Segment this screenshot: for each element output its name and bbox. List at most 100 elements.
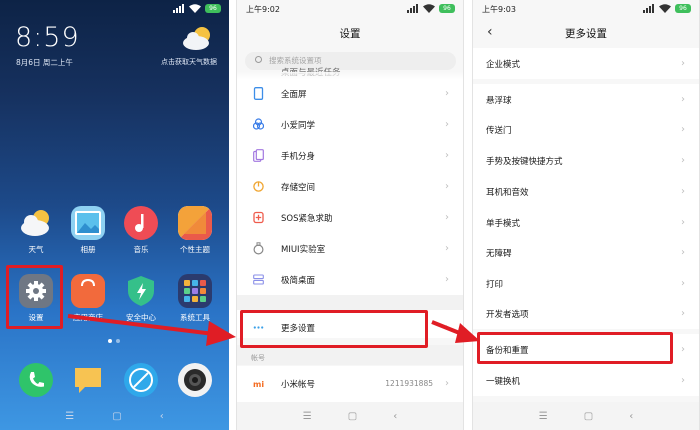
chevron-right-icon: › xyxy=(445,378,449,389)
dock-browser[interactable] xyxy=(113,363,169,397)
weather-hint[interactable]: 点击获取天气数据 xyxy=(161,57,217,67)
home-button-icon[interactable]: ▢ xyxy=(584,411,593,422)
battery-icon: 96 xyxy=(439,4,455,13)
more-item-floating-ball[interactable]: 悬浮球 › xyxy=(473,84,699,115)
phone-icon xyxy=(19,363,53,397)
chevron-right-icon: › xyxy=(445,274,449,285)
dock-messages[interactable] xyxy=(60,363,116,397)
gallery-icon xyxy=(71,206,105,240)
chevron-right-icon: › xyxy=(681,124,685,135)
tutorial-screenshot: 96 8:59 8月6日 周二上午 点击获取天气数据 天气 相册 音乐 个性主题… xyxy=(0,0,700,430)
chevron-right-icon: › xyxy=(681,278,685,289)
xiaoai-icon xyxy=(253,118,264,130)
fullscreen-icon xyxy=(253,87,264,100)
chevron-right-icon: › xyxy=(445,243,449,254)
status-time: 上午9:03 xyxy=(482,5,516,14)
more-item-printing[interactable]: 打印 › xyxy=(473,268,699,299)
more-item-headphones[interactable]: 耳机和音效 › xyxy=(473,176,699,207)
settings-item-second-space[interactable]: 手机分身 › xyxy=(237,140,463,171)
section-gap xyxy=(237,345,463,365)
chevron-right-icon: › xyxy=(681,58,685,69)
app-label: 音乐 xyxy=(133,245,149,254)
more-item-enterprise[interactable]: 企业模式 › xyxy=(473,48,699,79)
dock-camera[interactable] xyxy=(167,363,223,397)
nav-bar: ☰ ▢ ‹ xyxy=(473,402,699,430)
page-title: 更多设置 xyxy=(565,28,607,40)
app-label: 相册 xyxy=(80,245,96,254)
settings-item-sos[interactable]: SOS紧急求助 › xyxy=(237,202,463,233)
home-button-icon[interactable]: ▢ xyxy=(348,411,357,422)
sos-icon xyxy=(253,211,264,224)
menu-icon[interactable]: ☰ xyxy=(65,411,74,422)
back-icon[interactable]: ‹ xyxy=(160,411,164,422)
highlight-settings-app xyxy=(6,265,63,329)
camera-icon xyxy=(178,363,212,397)
more-item-developer-options[interactable]: 开发者选项 › xyxy=(473,298,699,329)
settings-item-mi-account[interactable]: mi 小米帐号 1211931885 › xyxy=(237,368,463,399)
highlight-more-settings xyxy=(240,310,428,348)
wifi-icon xyxy=(189,4,201,13)
status-bar-icons: 96 xyxy=(173,4,221,13)
app-weather[interactable]: 天气 xyxy=(8,206,64,255)
storage-icon xyxy=(253,181,264,192)
more-item-one-handed[interactable]: 单手模式 › xyxy=(473,207,699,238)
settings-item-xiaoai[interactable]: 小爱同学 › xyxy=(237,109,463,140)
chevron-right-icon: › xyxy=(681,217,685,228)
settings-item-simple-mode[interactable]: 极简桌面 › xyxy=(237,264,463,295)
section-account-label: 帐号 xyxy=(251,354,265,362)
search-icon xyxy=(255,56,262,63)
settings-item-miui-lab[interactable]: MIUI实验室 › xyxy=(237,233,463,264)
back-icon[interactable]: ‹ xyxy=(393,411,397,422)
more-item-mi-mover[interactable]: 一键换机 › xyxy=(473,365,699,396)
settings-item-fullscreen[interactable]: 全面屏 › xyxy=(237,78,463,109)
home-screen: 96 8:59 8月6日 周二上午 点击获取天气数据 天气 相册 音乐 个性主题… xyxy=(0,0,229,430)
account-list: mi 小米帐号 1211931885 › xyxy=(237,366,463,402)
menu-icon[interactable]: ☰ xyxy=(539,411,548,422)
app-gallery[interactable]: 相册 xyxy=(60,206,116,255)
weather-widget-icon[interactable] xyxy=(181,25,215,51)
chevron-right-icon: › xyxy=(681,155,685,166)
home-button-icon[interactable]: ▢ xyxy=(112,411,121,422)
more-item-portal[interactable]: 传送门 › xyxy=(473,114,699,145)
app-label: 天气 xyxy=(28,245,44,254)
status-time: 上午9:02 xyxy=(246,5,280,14)
svg-text:mi: mi xyxy=(253,380,264,389)
chevron-right-icon: › xyxy=(445,88,449,99)
app-music[interactable]: 音乐 xyxy=(113,206,169,255)
simple-mode-icon xyxy=(253,274,264,285)
signal-icon xyxy=(407,4,419,13)
app-themes[interactable]: 个性主题 xyxy=(167,206,223,255)
mi-account-icon: mi xyxy=(253,380,264,389)
wifi-icon xyxy=(659,4,671,13)
chevron-right-icon: › xyxy=(445,181,449,192)
signal-icon xyxy=(173,4,185,13)
more-item-accessibility[interactable]: 无障碍 › xyxy=(473,237,699,268)
chevron-right-icon: › xyxy=(681,94,685,105)
back-icon[interactable]: ‹ xyxy=(629,411,633,422)
chevron-right-icon: › xyxy=(681,308,685,319)
chevron-right-icon: › xyxy=(681,247,685,258)
browser-icon xyxy=(124,363,158,397)
music-icon xyxy=(124,206,158,240)
chevron-right-icon: › xyxy=(681,344,685,355)
more-item-gestures[interactable]: 手势及按键快捷方式 › xyxy=(473,145,699,176)
status-bar-icons: 96 xyxy=(407,4,455,13)
chevron-right-icon: › xyxy=(445,150,449,161)
chevron-right-icon: › xyxy=(681,375,685,386)
page-title: 设置 xyxy=(339,28,361,40)
chevron-right-icon: › xyxy=(445,119,449,130)
wifi-icon xyxy=(423,4,435,13)
lab-icon xyxy=(253,242,264,255)
app-label: 个性主题 xyxy=(180,245,210,254)
more-list-group-2: 悬浮球 › 传送门 › 手势及按键快捷方式 › 耳机和音效 › 单手模式 › 无障碍 › 打… xyxy=(473,84,699,329)
second-space-icon xyxy=(253,149,264,162)
arrow-to-settings-icon xyxy=(67,314,236,346)
more-list-group-1: 企业模式 › xyxy=(473,48,699,79)
dock-phone[interactable] xyxy=(8,363,64,397)
home-date: 8月6日 周二上午 xyxy=(16,58,73,67)
status-bar-icons: 96 xyxy=(643,4,691,13)
menu-icon[interactable]: ☰ xyxy=(303,411,312,422)
settings-screen: 上午9:02 96 设置 搜索系统设置项 桌面与最近任务 全面屏› 小爱同学› xyxy=(236,0,464,430)
settings-item-storage[interactable]: 存储空间 › xyxy=(237,171,463,202)
battery-icon: 96 xyxy=(675,4,691,13)
